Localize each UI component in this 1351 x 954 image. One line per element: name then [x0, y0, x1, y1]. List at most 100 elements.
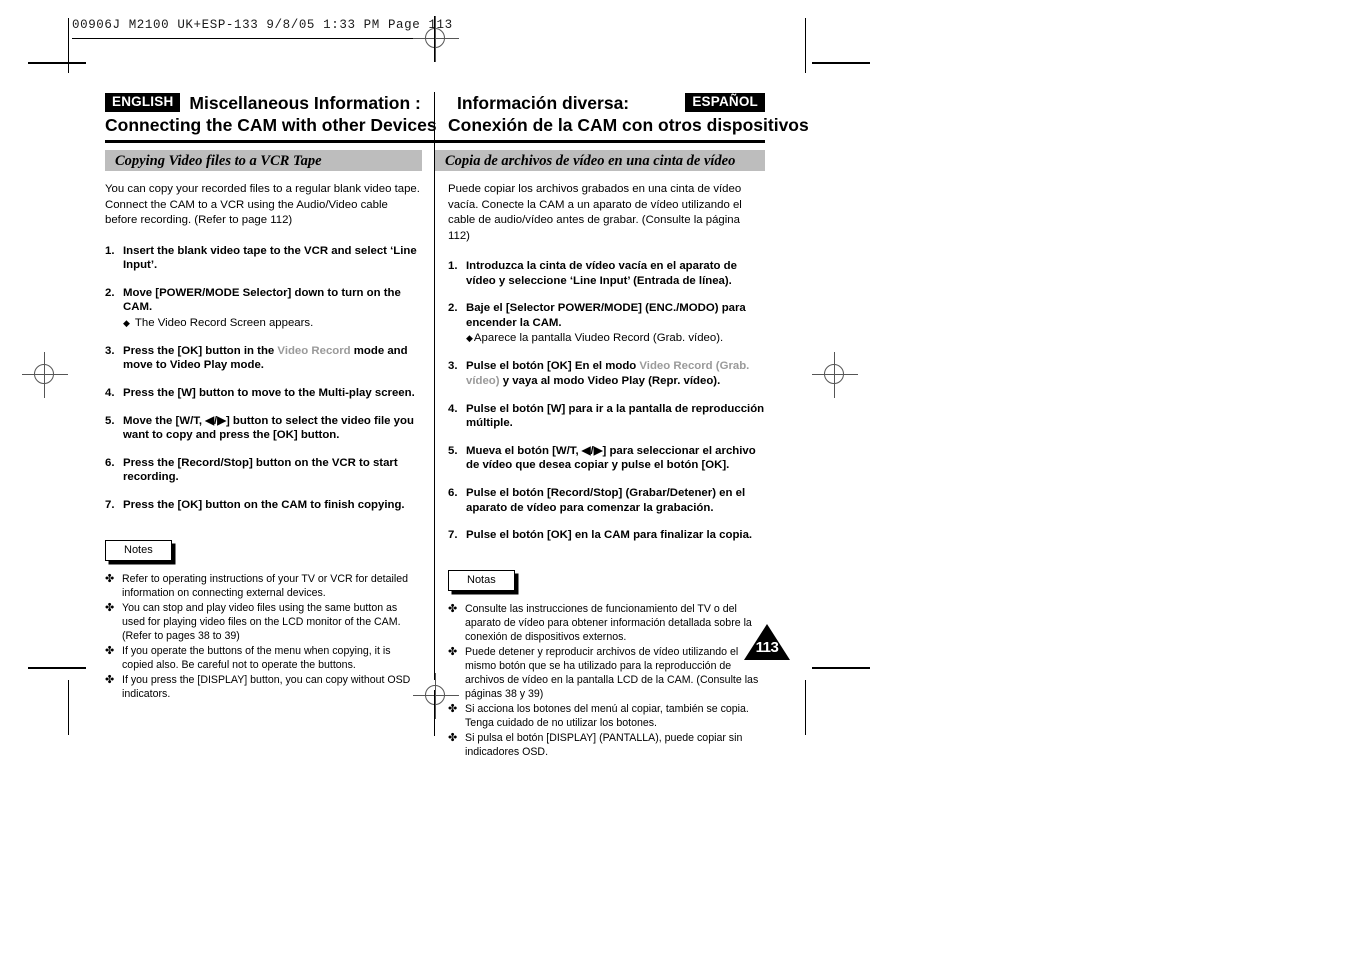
fold-mark-top-center — [434, 16, 436, 62]
step-item: 7. Pulse el botón [OK] en la CAM para fi… — [448, 528, 765, 543]
crop-mark-top-right-horizontal — [812, 62, 870, 64]
step-item: 1. Insert the blank video tape to the VC… — [105, 244, 423, 273]
step-number: 6. — [105, 456, 115, 469]
note-item: ✤ If you press the [DISPLAY] button, you… — [105, 673, 423, 701]
step-item: 6. Pulse el botón [Record/Stop] (Grabar/… — [448, 486, 765, 515]
note-text: You can stop and play video files using … — [122, 601, 401, 642]
page-title-english-line2: Connecting the CAM with other Devices — [105, 115, 437, 135]
step-number: 5. — [448, 444, 458, 457]
page-title-spanish-line1: Información diversa: — [457, 92, 630, 113]
crop-mark-top-left-horizontal — [28, 62, 86, 64]
step-text-pre: Press the [OK] button in the — [123, 344, 278, 357]
step-item: 4. Press the [W] button to move to the M… — [105, 386, 423, 401]
diamond-icon: ◆ — [466, 333, 473, 344]
registration-mark-right — [812, 352, 858, 398]
notes-list-english: ✤ Refer to operating instructions of you… — [105, 572, 423, 701]
step-item: 5. Mueva el botón [W/T, ◀/▶] para selecc… — [448, 444, 765, 473]
note-item: ✤ If you operate the buttons of the menu… — [105, 644, 423, 672]
note-text: Si pulsa el botón [DISPLAY] (PANTALLA), … — [465, 731, 743, 758]
page-content: ENGLISH Miscellaneous Information : Conn… — [105, 92, 809, 760]
step-text: Press the [Record/Stop] button on the VC… — [123, 456, 398, 484]
note-text: If you operate the buttons of the menu w… — [122, 644, 391, 671]
note-bullet-icon: ✤ — [105, 601, 115, 614]
step-number: 4. — [448, 402, 458, 415]
step-number: 1. — [105, 244, 115, 257]
step-item: 2. Move [POWER/MODE Selector] down to tu… — [105, 286, 423, 331]
step-item: 7. Press the [OK] button on the CAM to f… — [105, 498, 423, 513]
step-text-post: y vaya al modo Video Play (Repr. vídeo). — [499, 374, 721, 387]
step-item: 4. Pulse el botón [W] para ir a la panta… — [448, 402, 765, 431]
step-number: 5. — [105, 414, 115, 427]
step-text: Pulse el botón [OK] en la CAM para final… — [466, 529, 753, 542]
step-number: 3. — [448, 360, 458, 373]
step-item: 3. Press the [OK] button in the Video Re… — [105, 344, 423, 373]
page-title-english-line1: Miscellaneous Information : — [189, 92, 421, 113]
note-item: ✤ Consulte las instrucciones de funciona… — [448, 602, 765, 644]
note-item: ✤ Puede detener y reproducir archivos de… — [448, 645, 765, 701]
step-sub-bullet: ◆ Aparece la pantalla Viudeo Record (Gra… — [466, 331, 765, 346]
step-sub-bullet: ◆ The Video Record Screen appears. — [123, 316, 423, 331]
note-text: Consulte las instrucciones de funcionami… — [465, 602, 752, 643]
note-bullet-icon: ✤ — [448, 602, 458, 615]
note-text: If you press the [DISPLAY] button, you c… — [122, 673, 411, 700]
header-column-english: ENGLISH Miscellaneous Information : Conn… — [105, 92, 437, 136]
step-text-pre: Pulse el botón [OK] En el modo — [466, 360, 640, 373]
step-text: Insert the blank video tape to the VCR a… — [123, 244, 417, 272]
section-subheading-english: Copying Video files to a VCR Tape — [105, 150, 422, 171]
note-bullet-icon: ✤ — [105, 572, 115, 585]
step-number: 7. — [448, 529, 458, 542]
step-item: 6. Press the [Record/Stop] button on the… — [105, 456, 423, 485]
step-sub-text: The Video Record Screen appears. — [134, 316, 314, 329]
step-item: 3. Pulse el botón [OK] En el modo Video … — [448, 359, 765, 388]
page-header: ENGLISH Miscellaneous Information : Conn… — [105, 92, 809, 136]
note-bullet-icon: ✤ — [105, 673, 115, 686]
registration-mark-left — [22, 352, 68, 398]
step-item: 5. Move the [W/T, ◀/▶] button to select … — [105, 414, 423, 443]
notes-label-box-spanish: Notas — [448, 569, 515, 591]
note-text: Refer to operating instructions of your … — [122, 572, 408, 599]
step-item: 2. Baje el [Selector POWER/MODE] (ENC./M… — [448, 301, 765, 346]
step-number: 7. — [105, 499, 115, 512]
header-column-spanish: Información diversa: ESPAÑOL Conexión de… — [435, 92, 809, 136]
note-text: Si acciona los botones del menú al copia… — [465, 702, 749, 729]
step-number: 1. — [448, 260, 458, 272]
title-underline — [105, 140, 765, 143]
crop-mark-top-left-vertical — [68, 18, 70, 73]
note-bullet-icon: ✤ — [448, 702, 458, 715]
step-text: Press the [W] button to move to the Mult… — [123, 387, 415, 400]
steps-list-english: 1. Insert the blank video tape to the VC… — [105, 244, 423, 513]
step-item: 1. Introduzca la cinta de vídeo vacía en… — [448, 259, 765, 288]
crop-mark-bottom-left-horizontal — [28, 667, 86, 669]
page-title-spanish-line2: Conexión de la CAM con otros dispositivo… — [448, 115, 809, 135]
section-subheading-row: Copying Video files to a VCR Tape Copia … — [105, 150, 765, 171]
crop-mark-bottom-right-vertical — [805, 680, 807, 735]
page-number-badge: 113 — [744, 624, 790, 662]
note-item: ✤ Si pulsa el botón [DISPLAY] (PANTALLA)… — [448, 731, 765, 759]
content-column-english: You can copy your recorded files to a re… — [105, 182, 435, 760]
content-columns: You can copy your recorded files to a re… — [105, 182, 765, 760]
step-text: Move [POWER/MODE Selector] down to turn … — [123, 286, 401, 314]
diamond-icon: ◆ — [123, 317, 130, 328]
intro-paragraph-english: You can copy your recorded files to a re… — [105, 183, 420, 226]
registration-mark-top — [413, 16, 459, 62]
step-text: Introduzca la cinta de vídeo vacía en el… — [466, 260, 737, 287]
step-text: Press the [OK] button on the CAM to fini… — [123, 499, 405, 512]
note-bullet-icon: ✤ — [448, 731, 458, 744]
notes-label-box-english: Notes — [105, 539, 172, 561]
step-text: Mueva el botón [W/T, ◀/▶] para seleccion… — [466, 444, 756, 472]
crop-mark-top-right-vertical — [805, 18, 807, 73]
note-item: ✤ Si acciona los botones del menú al cop… — [448, 702, 765, 730]
step-text: Pulse el botón [Record/Stop] (Grabar/Det… — [466, 486, 746, 514]
note-text: Puede detener y reproducir archivos de v… — [465, 645, 759, 700]
note-item: ✤ Refer to operating instructions of you… — [105, 572, 423, 600]
step-number: 6. — [448, 486, 458, 499]
note-item: ✤ You can stop and play video files usin… — [105, 601, 423, 643]
step-number: 2. — [105, 286, 115, 299]
note-bullet-icon: ✤ — [105, 644, 115, 657]
steps-list-spanish: 1. Introduzca la cinta de vídeo vacía en… — [448, 259, 765, 543]
step-sub-text: Aparece la pantalla Viudeo Record (Grab.… — [473, 332, 724, 345]
crop-mark-bottom-left-vertical — [68, 680, 70, 735]
note-bullet-icon: ✤ — [448, 645, 458, 658]
step-number: 3. — [105, 344, 115, 357]
section-subheading-spanish: Copia de archivos de vídeo en una cinta … — [435, 150, 765, 171]
